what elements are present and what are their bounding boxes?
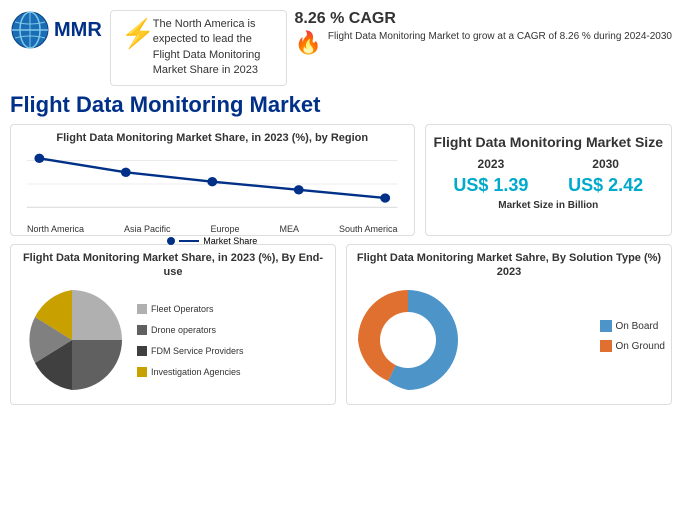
market-size-title: Flight Data Monitoring Market Size bbox=[434, 133, 663, 151]
line-chart-area: North America Asia Pacific Europe MEA So… bbox=[27, 149, 398, 229]
year-2023: 2023 bbox=[478, 157, 505, 171]
page: MMR ⚡ The North America is expected to l… bbox=[0, 0, 682, 505]
x-label-1: Asia Pacific bbox=[124, 224, 171, 234]
legend-label-3: Investigation Agencies bbox=[151, 363, 241, 381]
legend-color-3 bbox=[137, 367, 147, 377]
bottom-section: Flight Data Monitoring Market Share, in … bbox=[10, 244, 672, 406]
donut-chart-svg bbox=[353, 285, 463, 395]
legend-label-0: Fleet Operators bbox=[151, 300, 214, 318]
cagr-box: 8.26 % CAGR 🔥 Flight Data Monitoring Mar… bbox=[295, 10, 672, 56]
legend-item-2: FDM Service Providers bbox=[137, 342, 244, 360]
x-label-2: Europe bbox=[211, 224, 240, 234]
donut-color-1 bbox=[600, 340, 612, 352]
legend-item-0: Fleet Operators bbox=[137, 300, 244, 318]
legend-color-0 bbox=[137, 304, 147, 314]
market-size-values: US$ 1.39 US$ 2.42 bbox=[434, 175, 663, 196]
donut-chart-title: Flight Data Monitoring Market Sahre, By … bbox=[353, 251, 665, 280]
donut-label-0: On Board bbox=[616, 321, 659, 332]
fire-icon: 🔥 bbox=[295, 30, 322, 56]
donut-chart-box: Flight Data Monitoring Market Sahre, By … bbox=[346, 244, 672, 406]
line-chart-svg bbox=[27, 149, 398, 219]
lightning-icon: ⚡ bbox=[121, 17, 145, 50]
pie-chart-title: Flight Data Monitoring Market Share, in … bbox=[17, 251, 329, 280]
market-size-years: 2023 2030 bbox=[434, 157, 663, 171]
market-value-2023: US$ 1.39 bbox=[453, 175, 528, 196]
middle-section: Flight Data Monitoring Market Share, in … bbox=[10, 124, 672, 236]
top-section: MMR ⚡ The North America is expected to l… bbox=[10, 10, 672, 86]
logo-area: MMR bbox=[10, 10, 102, 50]
x-axis-labels: North America Asia Pacific Europe MEA So… bbox=[27, 224, 398, 234]
legend-color-1 bbox=[137, 325, 147, 335]
year-2030: 2030 bbox=[592, 157, 619, 171]
pie-content: Fleet Operators Drone operators FDM Serv… bbox=[17, 285, 329, 398]
legend-label-1: Drone operators bbox=[151, 321, 216, 339]
cagr-desc: Flight Data Monitoring Market to grow at… bbox=[328, 30, 672, 44]
line-chart-title: Flight Data Monitoring Market Share, in … bbox=[17, 131, 408, 145]
x-label-0: North America bbox=[27, 224, 84, 234]
donut-content: On Board On Ground bbox=[353, 285, 665, 395]
market-value-2030: US$ 2.42 bbox=[568, 175, 643, 196]
logo-text: MMR bbox=[54, 19, 102, 42]
donut-legend-item-1: On Ground bbox=[600, 340, 665, 352]
pie-legend: Fleet Operators Drone operators FDM Serv… bbox=[137, 300, 244, 384]
main-title: Flight Data Monitoring Market bbox=[10, 92, 672, 118]
cagr-value: 8.26 % CAGR bbox=[295, 10, 396, 28]
donut-legend: On Board On Ground bbox=[600, 320, 665, 360]
info-text: The North America is expected to lead th… bbox=[153, 17, 276, 79]
donut-color-0 bbox=[600, 320, 612, 332]
legend-item-1: Drone operators bbox=[137, 321, 244, 339]
legend-line-icon bbox=[179, 240, 199, 242]
legend-label-2: FDM Service Providers bbox=[151, 342, 244, 360]
legend-dot-icon bbox=[167, 237, 175, 245]
pie-chart-box: Flight Data Monitoring Market Share, in … bbox=[10, 244, 336, 406]
market-size-label: Market Size in Billion bbox=[434, 200, 663, 211]
x-label-4: South America bbox=[339, 224, 398, 234]
pie-chart-svg bbox=[17, 285, 127, 395]
legend-item-3: Investigation Agencies bbox=[137, 363, 244, 381]
legend-label: Market Share bbox=[203, 236, 257, 246]
x-label-3: MEA bbox=[280, 224, 300, 234]
donut-label-1: On Ground bbox=[616, 341, 665, 352]
info-box: ⚡ The North America is expected to lead … bbox=[110, 10, 287, 86]
line-chart-box: Flight Data Monitoring Market Share, in … bbox=[10, 124, 415, 236]
globe-icon bbox=[10, 10, 50, 50]
chart-legend: Market Share bbox=[27, 236, 398, 246]
donut-legend-item-0: On Board bbox=[600, 320, 665, 332]
pie-svg-area bbox=[17, 285, 127, 398]
cagr-info-row: 🔥 Flight Data Monitoring Market to grow … bbox=[295, 30, 672, 56]
legend-color-2 bbox=[137, 346, 147, 356]
market-size-box: Flight Data Monitoring Market Size 2023 … bbox=[425, 124, 672, 236]
